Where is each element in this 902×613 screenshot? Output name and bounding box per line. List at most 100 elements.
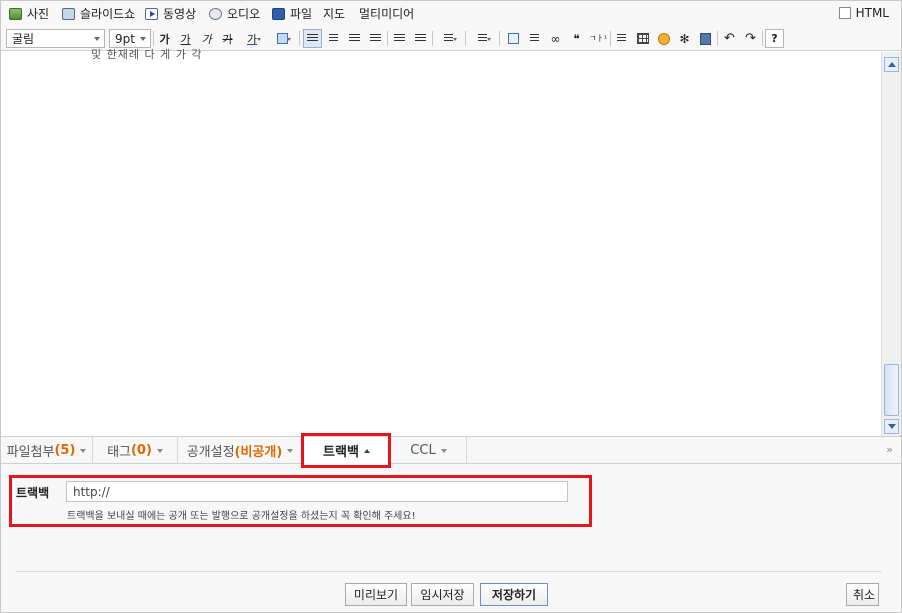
scroll-up-button[interactable] [884,57,899,72]
tag-count: (0) [130,443,152,458]
tab-tags[interactable]: 태그 (0) [93,437,178,464]
special-char-icon: ㄱㅏ¹ [589,34,607,43]
insert-multimedia-button[interactable]: 멀티미디어 [359,5,414,22]
chevron-down-icon [156,448,163,453]
audio-icon [209,7,222,20]
indent-icon [394,34,405,43]
slideshow-icon [62,7,75,20]
chevron-up-icon [887,62,896,67]
insert-audio-button[interactable]: 오디오 [209,5,260,22]
line-height-icon [443,34,453,43]
quote-icon: ❝ [573,31,580,46]
cancel-button[interactable]: 취소 [846,583,879,606]
text-box-button[interactable] [504,29,523,48]
save-button[interactable]: 저장하기 [480,583,548,606]
font-family-value: 굴림 [12,32,35,46]
highlight-color-button[interactable] [269,29,295,48]
option-tabs: 파일첨부 (5) 태그 (0) 공개설정 (비공개) 트랙백 CCL » [1,436,901,464]
save-draft-icon-button[interactable] [696,29,715,48]
indent-button[interactable] [390,29,409,48]
align-center-button[interactable] [324,29,343,48]
align-center-icon [329,34,338,43]
insert-video-label: 동영상 [163,7,197,21]
list-button[interactable] [469,29,495,48]
insert-multimedia-label: 멀티미디어 [359,7,415,21]
line-height-button[interactable] [435,29,461,48]
help-button[interactable]: ? [765,29,784,48]
align-justify-icon [370,34,381,43]
insert-photo-label: 사진 [27,7,50,21]
underline-icon: 가 [180,32,191,46]
trackback-url-input[interactable] [66,481,568,502]
font-color-button[interactable]: 가 [239,29,265,48]
tab-visibility[interactable]: 공개설정 (비공개) [178,437,303,464]
text-box-icon [508,33,519,44]
tab-attachments-label: 파일첨부 [6,445,55,460]
symbol-button[interactable]: ✻ [675,29,694,48]
insert-file-label: 파일 [290,7,313,21]
page-break-icon [617,34,626,43]
insert-slideshow-button[interactable]: 슬라이드쇼 [62,5,135,22]
tab-ccl[interactable]: CCL [391,437,467,464]
tab-trackback[interactable]: 트랙백 [303,437,391,464]
strikethrough-button[interactable]: 가 [218,29,237,48]
disk-icon [700,32,711,45]
trackback-panel: 트랙백 트랙백을 보내실 때에는 공개 또는 발행으로 공개설정을 하셨는지 꼭… [1,464,901,572]
asterisk-icon: ✻ [679,31,690,46]
insert-map-label: 지도 [323,7,346,21]
temp-save-button[interactable]: 임시저장 [411,583,474,606]
trackback-notice: 트랙백을 보내실 때에는 공개 또는 발행으로 공개설정을 하셨는지 꼭 확인해… [67,511,416,522]
scroll-thumb[interactable] [884,364,899,416]
toolbar-divider [762,31,763,46]
emoticon-icon [657,32,670,45]
chevron-up-icon [363,448,370,453]
outdent-icon [415,34,426,43]
tab-ccl-label: CCL [410,443,436,458]
chevron-down-icon [440,448,447,453]
video-icon [145,7,158,20]
quote-button[interactable]: ❝ [567,29,586,48]
font-size-value: 9pt [115,31,135,46]
visibility-status: (비공개) [234,445,283,460]
divider-line-button[interactable] [525,29,544,48]
highlight-pen-icon [276,33,288,44]
file-icon [272,7,285,20]
align-justify-button[interactable] [366,29,385,48]
list-icon [477,34,487,43]
strikethrough-icon: 가 [222,32,233,46]
divider-line-icon [530,34,539,43]
outdent-button[interactable] [411,29,430,48]
page-break-button[interactable] [612,29,631,48]
emoticon-button[interactable] [654,29,673,48]
align-right-button[interactable] [345,29,364,48]
insert-file-button[interactable]: 파일 [272,5,312,22]
align-left-button[interactable] [303,29,322,48]
toolbar-divider [387,31,388,46]
tab-tags-label: 태그 [107,445,131,460]
align-right-icon [349,34,360,43]
attachment-count: (5) [54,443,76,458]
help-icon: ? [771,32,778,45]
editor-content-area[interactable]: 및 한재례 다 게 가 각 [1,48,881,436]
collapse-panel-icon[interactable]: » [886,443,893,456]
undo-icon: ↶ [724,31,735,46]
insert-video-button[interactable]: 동영상 [145,5,196,22]
insert-photo-button[interactable]: 사진 [9,5,49,22]
editor-footer: 미리보기 임시저장 저장하기 취소 [1,572,901,612]
table-button[interactable] [633,29,652,48]
scroll-down-button[interactable] [884,419,899,434]
html-mode-checkbox[interactable]: HTML [838,6,889,20]
link-button[interactable]: ∞ [546,29,565,48]
redo-button[interactable]: ↷ [741,29,760,48]
undo-button[interactable]: ↶ [720,29,739,48]
tab-visibility-label: 공개설정 [186,445,235,460]
preview-button[interactable]: 미리보기 [345,583,407,606]
font-color-icon: 가 [246,32,258,46]
tab-attachments[interactable]: 파일첨부 (5) [1,437,93,464]
insert-map-button[interactable]: 지도 [323,5,345,22]
special-char-button[interactable]: ㄱㅏ¹ [587,29,609,48]
editor-scrollbar[interactable] [881,52,901,436]
media-toolbar: 사진 슬라이드쇼 동영상 오디오 파일 지도 멀티미디어 HTML [1,1,901,26]
italic-icon: 가 [201,32,212,46]
chevron-down-icon [80,448,87,453]
